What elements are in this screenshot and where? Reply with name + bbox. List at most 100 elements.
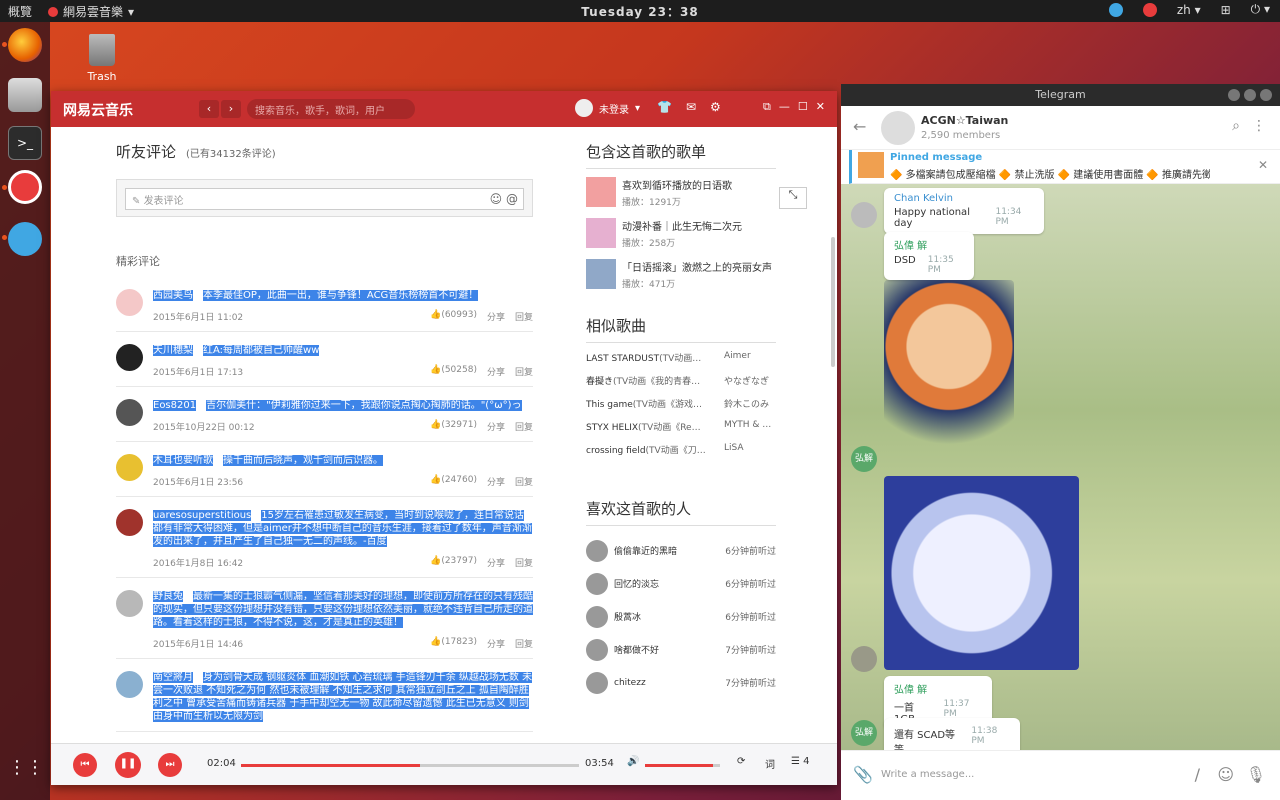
maximize-icon[interactable]: ☐	[798, 100, 808, 114]
netease-tray-icon[interactable]	[1142, 2, 1157, 17]
anime-sticker[interactable]	[884, 476, 1079, 670]
listener-item[interactable]: chitezz 7分钟前听过	[586, 666, 776, 699]
message-bubble[interactable]: 還有 SCAD等等 11:38 PM	[884, 718, 1020, 750]
share-button[interactable]: 分享	[487, 310, 505, 323]
lyrics-icon[interactable]: 词	[765, 756, 775, 771]
mail-icon[interactable]: ✉	[686, 100, 696, 114]
like-button[interactable]: 👍(23797)	[430, 556, 477, 569]
firefox-icon[interactable]	[8, 28, 42, 62]
avatar[interactable]	[116, 671, 143, 698]
next-button[interactable]: ⏭	[158, 753, 182, 777]
comment-author[interactable]: Eos8201	[153, 400, 197, 411]
telegram-icon[interactable]	[8, 222, 42, 256]
microphone-icon[interactable]: 🎙	[1246, 765, 1266, 784]
telegram-tray-icon[interactable]	[1108, 2, 1123, 17]
emoji-and-mention-buttons[interactable]: ☺ @	[490, 192, 518, 206]
settings-icon[interactable]: ⚙	[710, 100, 721, 114]
power-icon[interactable]: ⏻ ▾	[1251, 2, 1270, 17]
search-input[interactable]: 搜索音乐，歌手，歌词，用户	[247, 99, 415, 119]
group-avatar[interactable]	[881, 111, 915, 145]
close-icon[interactable]: ✕	[816, 100, 825, 114]
netease-music-icon[interactable]	[8, 170, 42, 204]
user-menu[interactable]: 未登录 ▾	[575, 99, 640, 117]
comment-author[interactable]: uaresosuperstitious	[153, 510, 252, 521]
similar-song-item[interactable]: crossing field(TV动画《刀… LiSA	[586, 443, 776, 466]
search-icon[interactable]: ⌕	[1232, 118, 1240, 134]
reply-button[interactable]: 回复	[515, 556, 533, 569]
listener-item[interactable]: 殷蒿冰 6分钟前听过	[586, 600, 776, 633]
avatar[interactable]: 弘解	[851, 446, 877, 472]
reply-button[interactable]: 回复	[515, 310, 533, 323]
comment-author[interactable]: 西园美鸟	[153, 290, 193, 301]
share-button[interactable]: 分享	[487, 420, 505, 433]
similar-song-item[interactable]: LAST STARDUST(TV动画… Aimer	[586, 351, 776, 374]
chat-name[interactable]: ACGN☆Taiwan	[921, 114, 1008, 127]
close-icon[interactable]	[1260, 89, 1272, 101]
show-apps-icon[interactable]: ⋮⋮⋮	[8, 752, 62, 786]
network-icon[interactable]: ⊞	[1221, 3, 1231, 17]
message-input[interactable]: Write a message...	[881, 769, 974, 780]
avatar[interactable]	[851, 646, 877, 672]
comment-author[interactable]: 南空將月	[153, 672, 193, 683]
avatar[interactable]	[116, 454, 143, 481]
reply-button[interactable]: 回复	[515, 637, 533, 650]
playlist-item[interactable]: 喜欢到循环播放的日语歌 播放：1291万	[586, 177, 776, 208]
minimize-icon[interactable]	[1228, 89, 1240, 101]
playlist-item[interactable]: 动漫补番｜此生无悔二次元 播放：258万	[586, 218, 776, 249]
share-button[interactable]: 分享	[487, 556, 505, 569]
listener-item[interactable]: 偷偷靠近的黑暗 6分钟前听过	[586, 534, 776, 567]
message-bubble[interactable]: Chan Kelvin Happy national day 11:34 PM	[884, 188, 1044, 234]
comment-author[interactable]: 木耳也要听歌	[153, 455, 213, 466]
like-button[interactable]: 👍(17823)	[430, 637, 477, 650]
comment-author[interactable]: 天川穗梨	[153, 345, 193, 356]
emoji-icon[interactable]: ☺	[1217, 765, 1234, 784]
scrollbar[interactable]	[831, 237, 835, 367]
share-button[interactable]: 分享	[487, 637, 505, 650]
terminal-icon[interactable]: >_	[8, 126, 42, 160]
anime-sticker[interactable]	[884, 280, 1014, 470]
reply-button[interactable]: 回复	[515, 475, 533, 488]
avatar[interactable]: 弘解	[851, 720, 877, 746]
language-indicator[interactable]: zh ▾	[1177, 3, 1201, 17]
pause-button[interactable]: ❚❚	[115, 752, 141, 778]
avatar[interactable]	[116, 399, 143, 426]
avatar[interactable]	[851, 202, 877, 228]
more-icon[interactable]: ⋮	[1252, 118, 1266, 134]
avatar[interactable]	[116, 289, 143, 316]
listener-item[interactable]: 啥都做不好 7分钟前听过	[586, 633, 776, 666]
clock[interactable]: Tuesday 23：38	[0, 3, 1280, 20]
previous-button[interactable]: ⏮	[73, 753, 97, 777]
message-bubble[interactable]: 弘偉 解 DSD 11:35 PM	[884, 232, 974, 280]
playlist-queue-button[interactable]: ☰ 4	[791, 756, 810, 767]
similar-song-item[interactable]: This game(TV动画《游戏… 鈴木このみ	[586, 397, 776, 420]
netease-logo[interactable]: 网易云音乐	[63, 100, 133, 120]
comment-input[interactable]: ✎ 发表评论	[125, 188, 524, 210]
avatar[interactable]	[116, 344, 143, 371]
reply-button[interactable]: 回复	[515, 365, 533, 378]
playlist-item[interactable]: 「日语摇滚」激燃之上的亮丽女声 播放：471万	[586, 259, 776, 290]
volume-icon[interactable]: 🔊	[627, 756, 639, 767]
like-button[interactable]: 👍(32971)	[430, 420, 477, 433]
back-button[interactable]: ‹	[199, 100, 219, 118]
like-button[interactable]: 👍(60993)	[430, 310, 477, 323]
listener-item[interactable]: 回忆的淡忘 6分钟前听过	[586, 567, 776, 600]
skin-icon[interactable]: 👕	[657, 100, 672, 114]
repeat-icon[interactable]: ⟳	[737, 756, 745, 767]
forward-button[interactable]: ›	[221, 100, 241, 118]
attach-icon[interactable]: 📎	[853, 765, 873, 784]
maximize-icon[interactable]	[1244, 89, 1256, 101]
like-button[interactable]: 👍(24760)	[430, 475, 477, 488]
minimize-icon[interactable]: —	[779, 100, 790, 114]
reply-button[interactable]: 回复	[515, 420, 533, 433]
similar-song-item[interactable]: STYX HELIX(TV动画《Re… MYTH & …	[586, 420, 776, 443]
files-icon[interactable]	[8, 78, 42, 112]
trash-desktop-icon[interactable]: Trash	[80, 34, 124, 83]
close-pin-icon[interactable]: ✕	[1258, 158, 1268, 172]
similar-song-item[interactable]: 春擬き(TV动画《我的青春… やなぎなぎ	[586, 374, 776, 397]
share-button[interactable]: 分享	[487, 475, 505, 488]
like-button[interactable]: 👍(50258)	[430, 365, 477, 378]
avatar[interactable]	[116, 590, 143, 617]
commands-icon[interactable]: /	[1195, 765, 1200, 784]
collapse-button[interactable]: ⤡	[779, 187, 807, 209]
avatar[interactable]	[116, 509, 143, 536]
